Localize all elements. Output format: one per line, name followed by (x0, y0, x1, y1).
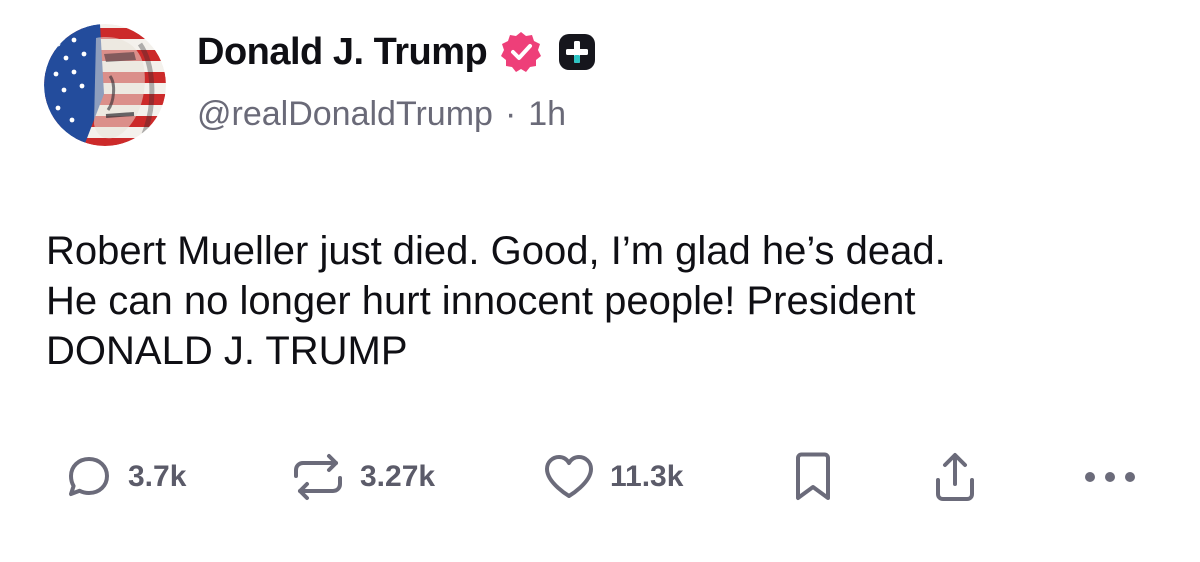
like-button[interactable]: 11.3k (542, 442, 683, 512)
share-button[interactable] (930, 442, 980, 512)
reply-count: 3.7k (128, 460, 187, 493)
post-meta: @realDonaldTrump · 1h (197, 95, 566, 134)
author-name-row: Donald J. Trump (197, 26, 597, 78)
reply-button[interactable]: 3.7k (64, 442, 186, 512)
post-timestamp[interactable]: 1h (528, 95, 566, 134)
plus-badge-icon (559, 34, 596, 70)
share-icon (936, 453, 974, 501)
avatar[interactable] (44, 24, 166, 146)
more-icon (1085, 472, 1135, 482)
repost-icon (294, 454, 342, 500)
author-handle[interactable]: @realDonaldTrump (197, 95, 493, 134)
like-count: 11.3k (610, 460, 684, 493)
flag-portrait-avatar (44, 24, 166, 146)
action-bar: 3.7k 3.27k 11.3k (0, 442, 1200, 512)
post-card: Donald J. Trump @realDonaldTrump · 1h Ro… (0, 0, 1200, 562)
repost-button[interactable]: 3.27k (290, 442, 435, 512)
post-body: Robert Mueller just died. Good, I’m glad… (46, 229, 946, 373)
more-options-button[interactable] (1082, 442, 1138, 512)
meta-separator: · (504, 95, 517, 133)
bookmark-icon (796, 452, 830, 500)
verified-badge-icon (501, 32, 542, 72)
heart-icon (545, 455, 593, 498)
repost-count: 3.27k (360, 460, 436, 493)
reply-icon (69, 457, 109, 496)
author-display-name[interactable]: Donald J. Trump (197, 31, 488, 74)
bookmark-button[interactable] (790, 442, 836, 512)
